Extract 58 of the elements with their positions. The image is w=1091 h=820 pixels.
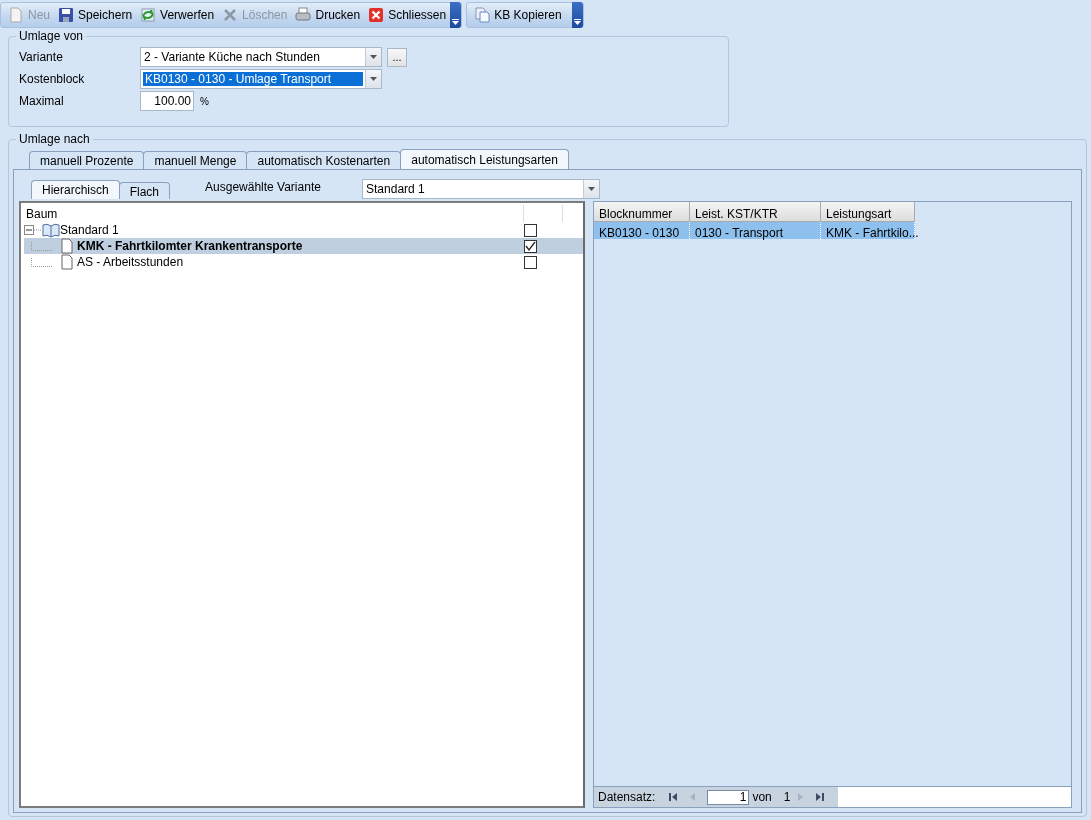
cost-block-dropdown[interactable]: KB0130 - 0130 - Umlage Transport	[140, 69, 382, 89]
tab[interactable]: Hierarchisch	[31, 180, 120, 199]
tab[interactable]: Flach	[118, 182, 171, 199]
field-label: Kostenblock	[19, 71, 86, 88]
record-count: 1	[783, 789, 791, 806]
unit-label: %	[200, 94, 209, 109]
table-cell: KB0130 - 0130	[594, 222, 690, 239]
tree-node-label[interactable]: Standard 1	[60, 221, 524, 239]
toolbar-button[interactable]: KB Kopieren	[470, 3, 566, 27]
column-header	[523, 205, 563, 222]
toolbar-button[interactable]: Verwerfen	[136, 3, 219, 27]
caret-icon	[370, 55, 377, 59]
field-label: Variante	[19, 49, 64, 66]
document-icon	[60, 238, 74, 254]
max-percent-field[interactable]: 100.00	[140, 91, 194, 111]
checkbox[interactable]	[524, 223, 537, 237]
document-icon	[60, 254, 74, 270]
variant-dropdown[interactable]: Standard 1	[362, 179, 601, 199]
navigator-label: Datensatz:	[597, 789, 657, 806]
navigator-label: von	[752, 789, 772, 806]
field-label: Maximal	[19, 93, 65, 110]
ellipsis-button[interactable]: ...	[387, 47, 407, 67]
table-cell: 0130 - Transport	[690, 222, 821, 239]
book-icon	[42, 222, 60, 238]
toolbar-overflow-button[interactable]	[571, 2, 583, 28]
tab[interactable]: manuell Menge	[143, 151, 248, 169]
page-icon	[8, 7, 24, 23]
column-header[interactable]: Leistungsart	[821, 202, 915, 222]
printer-icon	[295, 7, 312, 23]
cross-icon	[222, 7, 239, 23]
column-header: Baum	[25, 206, 59, 222]
variant-dropdown[interactable]: 2 - Variante Küche nach Stunden	[140, 47, 382, 67]
toolbar-button[interactable]: Speichern	[54, 3, 137, 27]
checkbox[interactable]	[524, 255, 537, 269]
group-title: Umlage nach	[16, 132, 93, 146]
record-number-field[interactable]: 1	[707, 789, 750, 805]
refresh-arrows-icon	[140, 7, 157, 23]
column-header[interactable]: Leist. KST/KTR	[690, 202, 821, 222]
toolbar-button[interactable]: Schliessen	[364, 3, 451, 27]
copy-pages-icon	[474, 7, 491, 23]
close-icon	[368, 7, 385, 23]
tab[interactable]: manuell Prozente	[29, 151, 145, 169]
toolbar-button[interactable]: Drucken	[291, 3, 365, 27]
toolbar-overflow-button[interactable]	[450, 2, 462, 28]
tree-node-label[interactable]: AS - Arbeitsstunden	[77, 253, 524, 271]
connector-line	[34, 229, 42, 231]
caret-icon	[370, 77, 377, 81]
field-label: Ausgewählte Variante	[205, 179, 322, 196]
tab[interactable]: automatisch Leistungsarten	[400, 149, 569, 169]
connector-line	[31, 257, 52, 267]
connector-line	[31, 241, 52, 251]
column-header[interactable]: Blocknummer	[594, 202, 690, 222]
checkbox[interactable]	[524, 239, 537, 253]
caret-icon	[573, 19, 581, 25]
group-title: Umlage von	[16, 29, 87, 43]
caret-icon	[588, 187, 596, 191]
collapse-icon[interactable]	[24, 225, 34, 235]
caret-icon	[452, 19, 460, 25]
